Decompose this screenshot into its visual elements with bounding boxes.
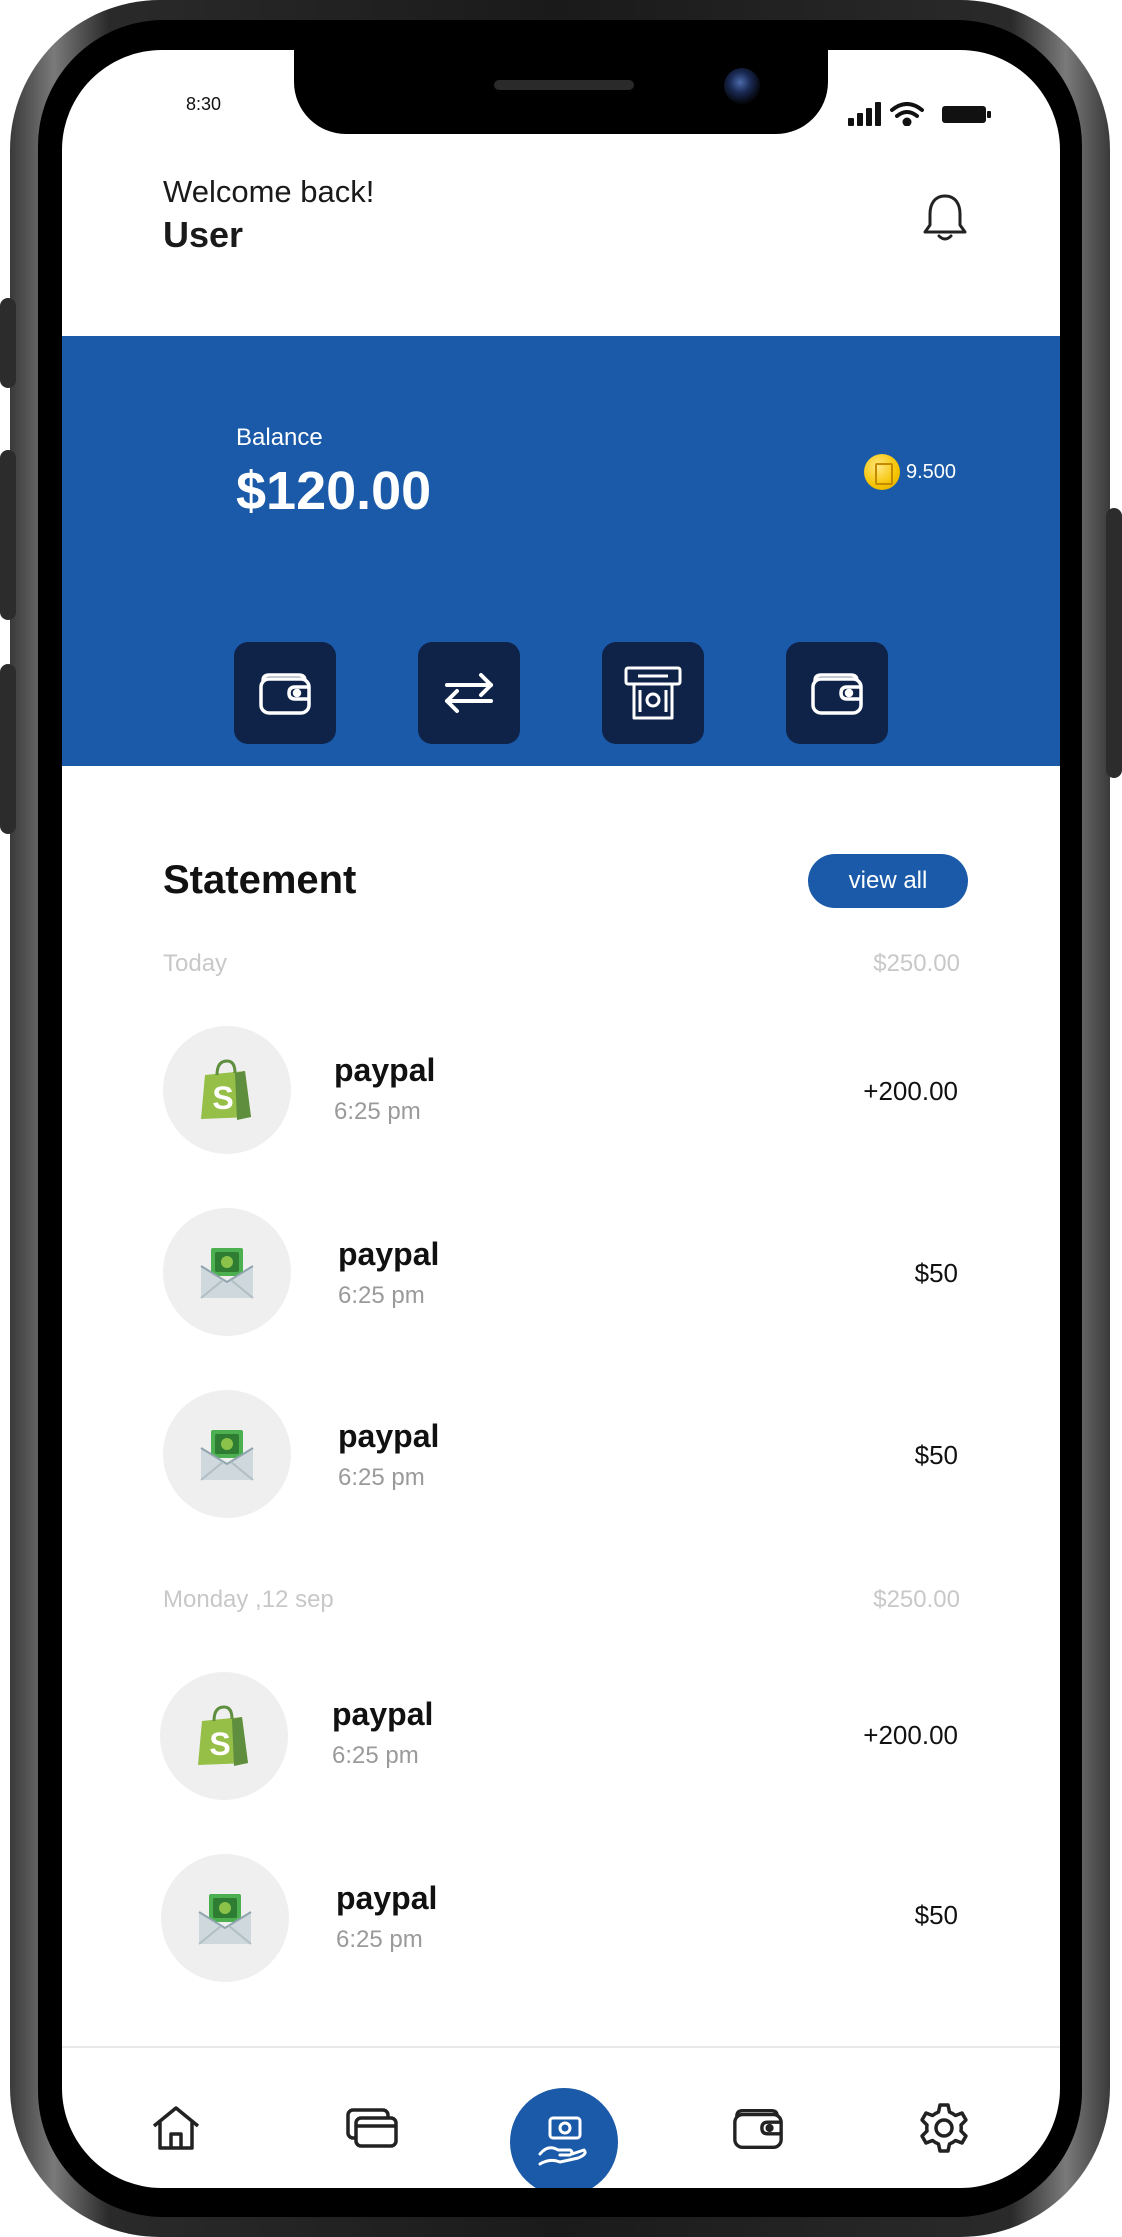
settings-icon: [920, 2103, 968, 2153]
speaker: [494, 80, 634, 90]
transaction-amount: $50: [914, 1440, 958, 1470]
status-time: 8:30: [186, 94, 222, 114]
money-envelope-icon: [161, 1854, 289, 1982]
phone-side-button: [0, 664, 16, 834]
phone-side-button: [1106, 508, 1122, 778]
nav-home[interactable]: [148, 2100, 204, 2156]
cards-icon: [346, 2108, 398, 2148]
transaction-time: 6:25 pm: [334, 1098, 421, 1125]
nav-money[interactable]: [510, 2088, 618, 2188]
shopify-bag-icon: S: [163, 1026, 291, 1154]
atm-withdraw-icon: [624, 666, 682, 720]
transfer-icon: [445, 673, 493, 713]
transfer-button[interactable]: [418, 642, 520, 744]
money-hand-icon: [538, 2116, 587, 2166]
wallet-icon: [811, 673, 863, 715]
coin-balance: 9.500: [864, 454, 956, 490]
money-envelope-icon: [163, 1208, 291, 1336]
transaction-name: paypal: [336, 1880, 438, 1916]
group-date-label: Monday ,12 sep: [163, 1586, 334, 1613]
coin-icon: [864, 454, 900, 490]
balance-amount: $120.00: [236, 461, 432, 521]
status-icons: [848, 102, 998, 127]
transaction-amount: $50: [914, 1900, 958, 1930]
wifi-icon: [890, 102, 924, 127]
signal-icon: [848, 102, 881, 126]
view-all-button[interactable]: view all: [808, 854, 968, 908]
atm-withdraw-button[interactable]: [602, 642, 704, 744]
transaction-amount: +200.00: [863, 1076, 958, 1106]
home-icon: [152, 2106, 200, 2150]
nav-settings[interactable]: [916, 2100, 972, 2156]
notch: [294, 50, 828, 134]
svg-text:S: S: [209, 1726, 230, 1762]
balance-label: Balance: [236, 424, 323, 451]
nav-cards[interactable]: [344, 2100, 400, 2156]
transaction-time: 6:25 pm: [338, 1464, 425, 1491]
shopify-bag-icon: S: [160, 1672, 288, 1800]
front-camera: [724, 68, 760, 104]
balance-card: Balance $120.00 9.500: [62, 336, 1060, 766]
bell-icon[interactable]: [922, 192, 968, 244]
svg-text:S: S: [212, 1080, 233, 1116]
app-screen: 8:30 Welcome back! User Balance $120.00 …: [62, 50, 1060, 2188]
wallet-icon: [733, 2108, 783, 2149]
group-total: $250.00: [873, 950, 960, 977]
money-envelope-icon: [163, 1390, 291, 1518]
transaction-name: paypal: [332, 1696, 434, 1732]
wallet-button-2[interactable]: [786, 642, 888, 744]
battery-icon: [942, 106, 991, 123]
transaction-name: paypal: [338, 1418, 440, 1454]
welcome-text: Welcome back!: [163, 174, 375, 209]
transaction-name: paypal: [334, 1052, 436, 1088]
transaction-time: 6:25 pm: [332, 1742, 419, 1769]
wallet-icon: [259, 673, 311, 715]
nav-wallet[interactable]: [730, 2100, 786, 2156]
nav-divider: [62, 2046, 1060, 2048]
coin-count: 9.500: [906, 460, 957, 483]
statement-title: Statement: [163, 858, 357, 902]
transaction-amount: +200.00: [863, 1720, 958, 1750]
group-date-label: Today: [163, 950, 228, 977]
transaction-time: 6:25 pm: [338, 1282, 425, 1309]
transaction-name: paypal: [338, 1236, 440, 1272]
phone-side-button: [0, 450, 16, 620]
phone-side-button: [0, 298, 16, 388]
transaction-time: 6:25 pm: [336, 1926, 423, 1953]
username: User: [163, 214, 244, 255]
group-total: $250.00: [873, 1586, 960, 1613]
transaction-amount: $50: [914, 1258, 958, 1288]
wallet-button[interactable]: [234, 642, 336, 744]
